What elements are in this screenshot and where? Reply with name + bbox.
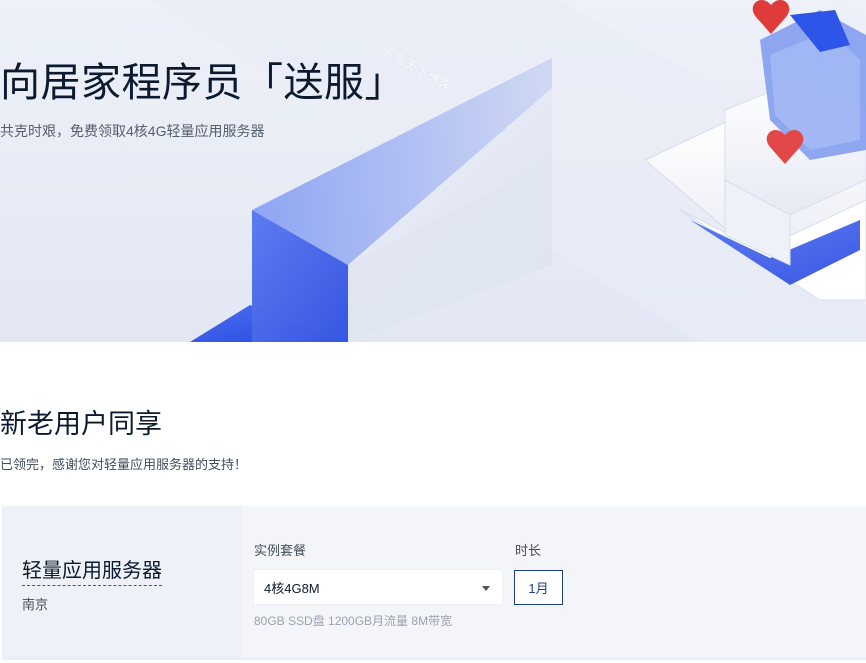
plan-label: 实例套餐 bbox=[254, 543, 307, 558]
product-info-panel: 轻量应用服务器 南京 bbox=[2, 506, 242, 657]
duration-label: 时长 bbox=[515, 543, 542, 558]
plan-spec: 80GB SSD盘 1200GB月流量 8M带宽 bbox=[254, 614, 453, 628]
hero-subtitle: 共克时艰，免费领取4核4G轻量应用服务器 bbox=[0, 123, 265, 139]
product-name[interactable]: 轻量应用服务器 bbox=[22, 554, 162, 586]
plan-select[interactable]: 4核4G8M bbox=[253, 569, 503, 605]
duration-option-button[interactable]: 1月 bbox=[514, 570, 563, 605]
chevron-down-icon bbox=[482, 586, 490, 591]
hero-banner: 向居家程序员「送服」 共克时艰，免费领取4核4G轻量应用服务器 风雪天下博客 bbox=[0, 0, 866, 342]
product-region: 南京 bbox=[22, 597, 49, 612]
plan-selected-value: 4核4G8M bbox=[264, 580, 320, 596]
product-card: 轻量应用服务器 南京 实例套餐 4核4G8M 80GB SSD盘 1200GB月… bbox=[2, 506, 866, 660]
section-subtitle: 已领完，感谢您对轻量应用服务器的支持！ bbox=[0, 457, 248, 472]
section-title: 新老用户同享 bbox=[0, 409, 162, 439]
hero-title: 向居家程序员「送服」 bbox=[0, 61, 405, 105]
